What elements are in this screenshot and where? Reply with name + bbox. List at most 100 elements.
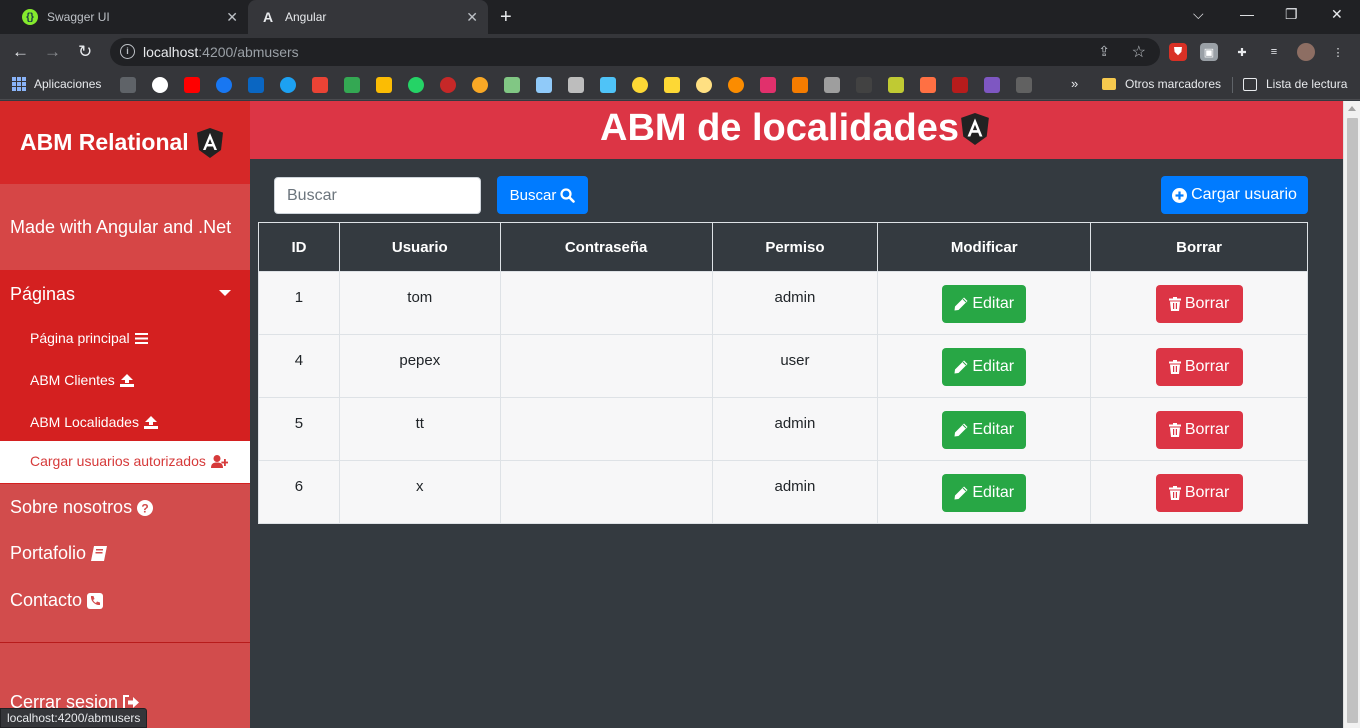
scroll-up-arrow[interactable] (1348, 106, 1356, 111)
sidebar-item-sobre-nosotros[interactable]: Sobre nosotros ? (10, 497, 154, 518)
back-button[interactable]: ← (12, 42, 29, 62)
twitter-icon[interactable] (280, 77, 296, 93)
trash-icon (1168, 423, 1181, 437)
bookmark-icon[interactable] (568, 77, 584, 93)
media-queue-icon[interactable]: ≡ (1265, 43, 1283, 61)
instagram-icon[interactable] (760, 77, 776, 93)
bookmark-icon[interactable] (696, 77, 712, 93)
bookmark-icon[interactable] (856, 77, 872, 93)
cell-contrasena (499, 397, 713, 461)
linkedin-icon[interactable] (248, 77, 264, 93)
star-bookmark-icon[interactable] (664, 77, 680, 93)
share-icon[interactable]: ⇪ (1098, 43, 1110, 60)
cell-usuario: tom (338, 271, 501, 335)
forward-button[interactable]: → (44, 42, 61, 62)
restore-button[interactable]: ❐ (1285, 6, 1298, 23)
trash-icon (1168, 360, 1181, 374)
add-user-button[interactable]: Cargar usuario (1161, 176, 1308, 214)
bookmark-icon[interactable] (888, 77, 904, 93)
sidebar-item-label: Cargar usuarios autorizados (30, 453, 206, 469)
reading-list[interactable]: Lista de lectura (1243, 77, 1347, 91)
caret-down-icon[interactable] (219, 290, 231, 296)
edit-button[interactable]: Editar (942, 348, 1027, 386)
sidebar-item-abm-localidades[interactable]: ABM Localidades (30, 414, 158, 430)
bookmark-icon[interactable] (792, 77, 808, 93)
scroll-thumb[interactable] (1347, 118, 1358, 723)
facebook-icon[interactable] (216, 77, 232, 93)
sidebar-item-cargar-usuarios[interactable]: Cargar usuarios autorizados (0, 441, 250, 483)
reload-button[interactable]: ↻ (78, 42, 92, 62)
pages-section-toggle[interactable]: Páginas (10, 284, 75, 305)
bookmark-icon[interactable] (376, 77, 392, 93)
window-close-button[interactable]: ✕ (1331, 6, 1343, 23)
extension-photo-icon[interactable]: ▣ (1200, 43, 1218, 61)
browser-menu-icon[interactable]: ⋮ (1329, 43, 1347, 61)
search-input[interactable] (274, 177, 481, 214)
bookmark-icon[interactable] (504, 77, 520, 93)
sidebar-item-contacto[interactable]: Contacto (10, 590, 104, 611)
cell-modificar: Editar (877, 271, 1092, 335)
extension-shield-icon[interactable]: ⛊ (1169, 43, 1187, 61)
cell-permiso: admin (711, 271, 879, 335)
delete-button[interactable]: Borrar (1155, 411, 1243, 449)
bookmark-icon[interactable] (984, 77, 1000, 93)
minimize-button[interactable]: — (1240, 6, 1254, 22)
reading-list-icon (1243, 77, 1257, 91)
site-info-icon[interactable]: i (120, 44, 135, 59)
search-button[interactable]: Buscar (497, 176, 588, 214)
tab-search-icon[interactable]: ⌵ (1193, 6, 1204, 23)
bookmark-apps[interactable]: Aplicaciones (12, 77, 101, 91)
delete-button[interactable]: Borrar (1155, 474, 1243, 512)
edit-button[interactable]: Editar (942, 474, 1027, 512)
new-tab-button[interactable]: + (500, 6, 512, 29)
bookmark-icon[interactable] (728, 77, 744, 93)
extensions-puzzle-icon[interactable]: ✚ (1233, 43, 1251, 61)
bookmark-icon[interactable] (440, 77, 456, 93)
terminal-icon[interactable] (600, 77, 616, 93)
page-scrollbar[interactable] (1343, 101, 1360, 728)
delete-button[interactable]: Borrar (1155, 348, 1243, 386)
bookmark-icon[interactable] (920, 77, 936, 93)
sidebar-brand[interactable]: ABM Relational (0, 101, 250, 184)
swagger-icon: {} (22, 9, 38, 25)
address-bar[interactable]: i localhost:4200/abmusers ⇪ ☆ (110, 38, 1160, 66)
close-icon[interactable]: ✕ (226, 9, 238, 26)
google-icon[interactable] (152, 77, 168, 93)
bookmark-icon[interactable] (824, 77, 840, 93)
bookmark-icon[interactable] (472, 77, 488, 93)
youtube-icon[interactable] (184, 77, 200, 93)
other-bookmarks-folder[interactable]: Otros marcadores (1102, 77, 1221, 91)
tab-angular[interactable]: A Angular ✕ (248, 0, 488, 34)
gmail-icon[interactable] (312, 77, 328, 93)
profile-avatar[interactable] (1297, 43, 1315, 61)
more-bookmarks-icon[interactable]: » (1071, 76, 1078, 91)
url-text: localhost:4200/abmusers (143, 44, 299, 60)
sidebar-item-label: Página principal (30, 330, 130, 346)
cell-permiso: admin (711, 460, 879, 524)
cell-usuario: x (338, 460, 501, 524)
sidebar-item-label: Portafolio (10, 543, 87, 563)
delete-button[interactable]: Borrar (1155, 285, 1243, 323)
bookmark-icon[interactable] (120, 77, 136, 93)
tab-swagger-ui[interactable]: {} Swagger UI ✕ (8, 0, 248, 34)
bookmark-icon[interactable] (952, 77, 968, 93)
edit-button[interactable]: Editar (942, 285, 1027, 323)
book-icon (91, 546, 108, 561)
edit-button-label: Editar (972, 295, 1015, 312)
edit-button[interactable]: Editar (942, 411, 1027, 449)
page-header: ABM de localidades (250, 101, 1343, 159)
sidebar-item-portafolio[interactable]: Portafolio (10, 543, 108, 564)
bookmark-star-icon[interactable]: ☆ (1132, 42, 1146, 62)
bookmark-icon[interactable] (1016, 77, 1032, 93)
sidebar-item-pagina-principal[interactable]: Página principal (30, 330, 148, 346)
column-header-modificar: Modificar (877, 222, 1092, 272)
close-icon[interactable]: ✕ (466, 9, 478, 26)
page-title: ABM de localidades (600, 107, 989, 150)
cell-usuario: pepex (338, 334, 501, 398)
sidebar-item-abm-clientes[interactable]: ABM Clientes (30, 372, 134, 388)
emoji-icon[interactable] (632, 77, 648, 93)
drive-icon[interactable] (344, 77, 360, 93)
edit-button-label: Editar (972, 358, 1015, 375)
whatsapp-icon[interactable] (408, 77, 424, 93)
bookmark-icon[interactable] (536, 77, 552, 93)
